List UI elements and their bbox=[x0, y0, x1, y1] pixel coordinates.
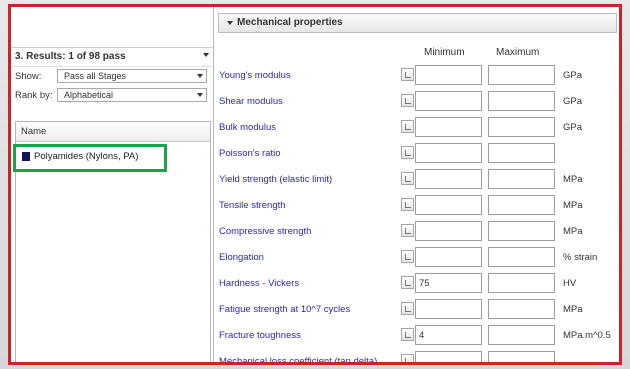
property-name[interactable]: Hardness - Vickers bbox=[219, 278, 299, 289]
maximum-input[interactable] bbox=[488, 169, 555, 189]
results-title: 3. Results: 1 of 98 pass bbox=[15, 51, 126, 62]
chart-icon[interactable] bbox=[401, 250, 414, 263]
property-name[interactable]: Compressive strength bbox=[219, 226, 311, 237]
section-header[interactable]: Mechanical properties bbox=[218, 13, 617, 33]
rank-select[interactable]: Alphabetical bbox=[57, 88, 207, 102]
property-row-fatigue-strength: Fatigue strength at 10^7 cycles MPa bbox=[214, 298, 619, 322]
property-row-youngs-modulus: Young's modulus GPa bbox=[214, 64, 619, 88]
minimum-input[interactable]: 4 bbox=[415, 325, 482, 345]
property-row-shear-modulus: Shear modulus GPa bbox=[214, 90, 619, 114]
property-row-tensile-strength: Tensile strength MPa bbox=[214, 194, 619, 218]
maximum-input[interactable] bbox=[488, 117, 555, 137]
left-top-area bbox=[11, 7, 213, 48]
chevron-down-icon[interactable] bbox=[197, 74, 203, 78]
chart-icon[interactable] bbox=[401, 198, 414, 211]
unit-label: MPa bbox=[563, 304, 583, 315]
chevron-down-icon[interactable] bbox=[203, 53, 209, 57]
list-column-header[interactable]: Name bbox=[16, 122, 210, 142]
property-name[interactable]: Elongation bbox=[219, 252, 264, 263]
chart-icon[interactable] bbox=[401, 172, 414, 185]
rank-label: Rank by: bbox=[15, 90, 53, 101]
property-name[interactable]: Bulk modulus bbox=[219, 122, 276, 133]
chart-icon[interactable] bbox=[401, 224, 414, 237]
maximum-input[interactable] bbox=[488, 247, 555, 267]
chevron-down-icon[interactable] bbox=[197, 93, 203, 97]
results-header[interactable]: 3. Results: 1 of 98 pass bbox=[11, 48, 213, 67]
unit-label: MPa bbox=[563, 174, 583, 185]
property-row-loss-coefficient: Mechanical loss coefficient (tan delta) bbox=[214, 350, 619, 362]
maximum-input[interactable] bbox=[488, 221, 555, 241]
property-name[interactable]: Tensile strength bbox=[219, 200, 286, 211]
maximum-input[interactable] bbox=[488, 91, 555, 111]
property-row-elongation: Elongation % strain bbox=[214, 246, 619, 270]
rank-select-value: Alphabetical bbox=[64, 90, 114, 100]
minimum-input[interactable] bbox=[415, 143, 482, 163]
minimum-input[interactable] bbox=[415, 221, 482, 241]
show-select[interactable]: Pass all Stages bbox=[57, 69, 207, 83]
maximum-column-label: Maximum bbox=[496, 47, 540, 58]
chart-icon[interactable] bbox=[401, 94, 414, 107]
minimum-input[interactable] bbox=[415, 65, 482, 85]
chart-icon[interactable] bbox=[401, 328, 414, 341]
maximum-input[interactable] bbox=[488, 65, 555, 85]
show-label: Show: bbox=[15, 71, 42, 82]
property-row-fracture-toughness: Fracture toughness 4 MPa.m^0.5 bbox=[214, 324, 619, 348]
maximum-input[interactable] bbox=[488, 325, 555, 345]
maximum-input[interactable] bbox=[488, 351, 555, 362]
collapse-triangle-icon[interactable] bbox=[227, 21, 233, 25]
minimum-input[interactable] bbox=[415, 247, 482, 267]
unit-label: HV bbox=[563, 278, 577, 289]
property-name[interactable]: Mechanical loss coefficient (tan delta) bbox=[219, 356, 377, 362]
app-window: 3. Results: 1 of 98 pass Show: Pass all … bbox=[8, 4, 622, 365]
property-row-hardness-vickers: Hardness - Vickers 75 HV bbox=[214, 272, 619, 296]
minimum-input[interactable] bbox=[415, 169, 482, 189]
minimum-input[interactable] bbox=[415, 299, 482, 319]
maximum-input[interactable] bbox=[488, 143, 555, 163]
name-column-label: Name bbox=[21, 126, 47, 137]
property-name[interactable]: Shear modulus bbox=[219, 96, 283, 107]
property-name[interactable]: Young's modulus bbox=[219, 70, 291, 81]
minimum-input[interactable] bbox=[415, 195, 482, 215]
property-name[interactable]: Fatigue strength at 10^7 cycles bbox=[219, 304, 350, 315]
unit-label: GPa bbox=[563, 70, 583, 81]
unit-label: GPa bbox=[563, 96, 583, 107]
property-row-yield-strength: Yield strength (elastic limit) MPa bbox=[214, 168, 619, 192]
minimum-input[interactable] bbox=[415, 117, 482, 137]
rank-filter-row: Rank by: Alphabetical bbox=[11, 86, 213, 105]
chart-icon[interactable] bbox=[401, 302, 414, 315]
minimum-input[interactable] bbox=[415, 351, 482, 362]
section-title: Mechanical properties bbox=[237, 17, 343, 28]
property-row-poissons-ratio: Poisson's ratio bbox=[214, 142, 619, 166]
minimum-input[interactable] bbox=[415, 91, 482, 111]
maximum-input[interactable] bbox=[488, 273, 555, 293]
results-panel: 3. Results: 1 of 98 pass Show: Pass all … bbox=[11, 7, 214, 362]
properties-panel: Mechanical properties Minimum Maximum Yo… bbox=[214, 7, 619, 362]
property-name[interactable]: Yield strength (elastic limit) bbox=[219, 174, 332, 185]
unit-label: MPa bbox=[563, 226, 583, 237]
chart-icon[interactable] bbox=[401, 68, 414, 81]
minimum-input[interactable]: 75 bbox=[415, 273, 482, 293]
maximum-input[interactable] bbox=[488, 195, 555, 215]
chart-icon[interactable] bbox=[401, 120, 414, 133]
unit-label: % strain bbox=[563, 252, 598, 263]
chart-icon[interactable] bbox=[401, 354, 414, 362]
chart-icon[interactable] bbox=[401, 276, 414, 289]
unit-label: GPa bbox=[563, 122, 583, 133]
unit-label: MPa bbox=[563, 200, 583, 211]
property-row-compressive-strength: Compressive strength MPa bbox=[214, 220, 619, 244]
property-name[interactable]: Poisson's ratio bbox=[219, 148, 280, 159]
highlight-box bbox=[13, 144, 167, 172]
maximum-input[interactable] bbox=[488, 299, 555, 319]
minimum-column-label: Minimum bbox=[424, 47, 465, 58]
chart-icon[interactable] bbox=[401, 146, 414, 159]
show-filter-row: Show: Pass all Stages bbox=[11, 67, 213, 86]
property-row-bulk-modulus: Bulk modulus GPa bbox=[214, 116, 619, 140]
property-name[interactable]: Fracture toughness bbox=[219, 330, 301, 341]
show-select-value: Pass all Stages bbox=[64, 71, 127, 81]
unit-label: MPa.m^0.5 bbox=[563, 330, 611, 341]
